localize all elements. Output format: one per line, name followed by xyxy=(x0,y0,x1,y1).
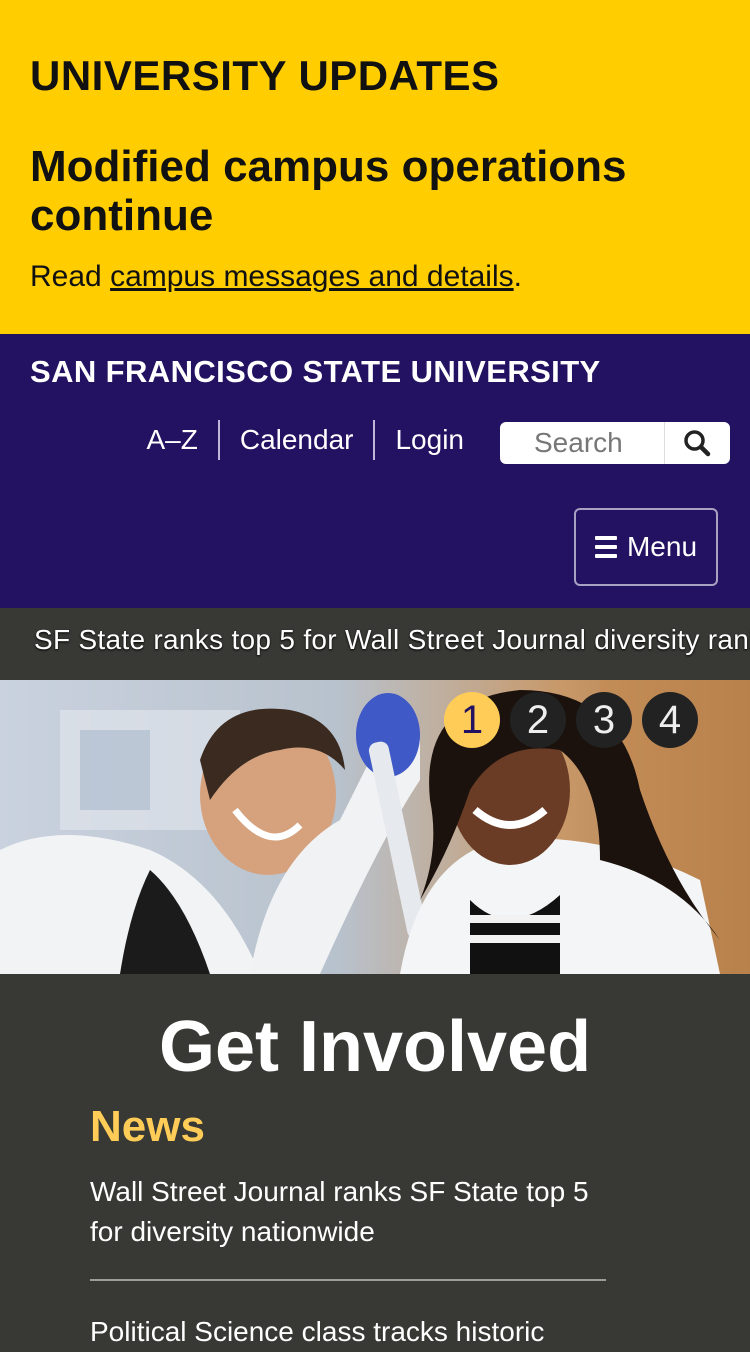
login-link[interactable]: Login xyxy=(375,420,464,460)
university-name[interactable]: SAN FRANCISCO STATE UNIVERSITY xyxy=(30,354,601,390)
calendar-link[interactable]: Calendar xyxy=(220,420,374,460)
university-updates-alert: UNIVERSITY UPDATES Modified campus opera… xyxy=(0,0,750,334)
search-icon xyxy=(684,430,711,457)
get-involved-section: Get Involved News Wall Street Journal ra… xyxy=(0,974,750,1347)
search-button[interactable] xyxy=(665,422,730,464)
carousel-dot-1[interactable]: 1 xyxy=(444,692,500,748)
alert-body-suffix: . xyxy=(513,260,522,293)
a-z-link[interactable]: A–Z xyxy=(126,420,217,460)
news-item[interactable]: Political Science class tracks historic xyxy=(90,1312,590,1352)
hero-carousel: 1 2 3 4 xyxy=(0,680,750,974)
menu-label: Menu xyxy=(626,531,698,562)
menu-button[interactable]: Menu xyxy=(574,508,718,586)
utility-nav: A–Z Calendar Login xyxy=(126,420,464,460)
site-header: SAN FRANCISCO STATE UNIVERSITY A–Z Calen… xyxy=(0,334,750,608)
carousel-dot-3[interactable]: 3 xyxy=(576,692,632,748)
alert-body-prefix: Read xyxy=(30,260,111,293)
carousel-pagination: 1 2 3 4 xyxy=(444,692,698,748)
news-divider xyxy=(90,1279,606,1281)
section-title: Get Involved xyxy=(158,1007,592,1087)
alert-heading: UNIVERSITY UPDATES xyxy=(30,52,500,99)
search-input[interactable] xyxy=(500,423,664,463)
carousel-dot-4[interactable]: 4 xyxy=(642,692,698,748)
campus-messages-link[interactable]: campus messages and details xyxy=(110,260,514,293)
carousel-dot-2[interactable]: 2 xyxy=(510,692,566,748)
search-box xyxy=(500,422,730,464)
alert-title: Modified campus operations continue xyxy=(30,142,627,240)
news-item[interactable]: Wall Street Journal ranks SF State top 5… xyxy=(90,1172,590,1252)
alert-body: Read campus messages and details. xyxy=(30,260,522,294)
news-ticker[interactable]: SF State ranks top 5 for Wall Street Jou… xyxy=(0,608,750,680)
hamburger-icon xyxy=(594,536,617,558)
ticker-text: SF State ranks top 5 for Wall Street Jou… xyxy=(34,624,750,655)
news-heading[interactable]: News xyxy=(90,1102,205,1152)
